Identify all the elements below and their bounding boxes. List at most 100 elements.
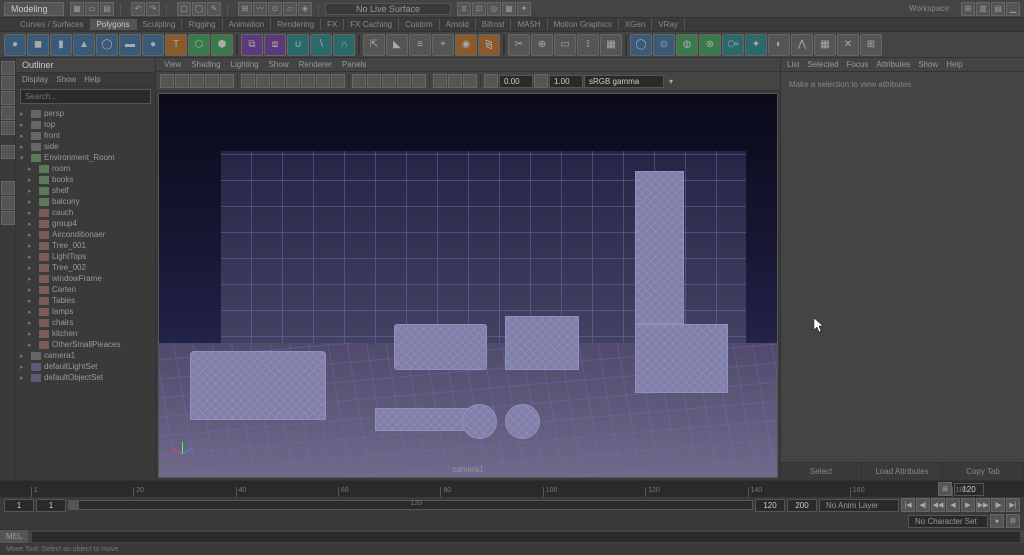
boolean-union-icon[interactable]: ∪ bbox=[287, 34, 309, 56]
poly-torus-icon[interactable]: ◯ bbox=[96, 34, 118, 56]
viewport[interactable]: camera1 bbox=[158, 93, 778, 478]
rewind-icon[interactable]: |◀ bbox=[901, 498, 915, 512]
outliner-item-shelf[interactable]: ▸shelf bbox=[18, 185, 153, 196]
open-scene-icon[interactable]: ▭ bbox=[85, 2, 99, 16]
poly-type-icon[interactable]: T bbox=[165, 34, 187, 56]
outliner-search[interactable] bbox=[20, 89, 151, 104]
circularize-icon[interactable]: ◯ bbox=[630, 34, 652, 56]
outliner-item-environment_room[interactable]: ▾Environment_Room bbox=[18, 152, 153, 163]
range-end-field[interactable] bbox=[755, 499, 785, 512]
outliner-item-tables[interactable]: ▸Tables bbox=[18, 295, 153, 306]
vp-exposure-icon[interactable] bbox=[484, 74, 498, 88]
ruler-menu-icon[interactable]: ⊞ bbox=[938, 482, 952, 496]
target-weld-icon[interactable]: ⊕ bbox=[531, 34, 553, 56]
go-end-icon[interactable]: ▶| bbox=[1006, 498, 1020, 512]
outliner-menu-help[interactable]: Help bbox=[84, 75, 100, 84]
poly-prism-icon[interactable]: ⬢ bbox=[211, 34, 233, 56]
layout-custom[interactable] bbox=[1, 211, 15, 225]
scale-tool[interactable] bbox=[1, 121, 15, 135]
step-back-icon[interactable]: ◀| bbox=[916, 498, 930, 512]
workspace-dropdown[interactable]: Modeling bbox=[4, 2, 64, 16]
last-tool[interactable] bbox=[1, 145, 15, 159]
vp-color-mgmt-dropdown[interactable]: sRGB gamma bbox=[584, 75, 664, 88]
layout-icon[interactable]: ⊞ bbox=[961, 2, 975, 16]
poly-plane-icon[interactable]: ▬ bbox=[119, 34, 141, 56]
vp-image-plane-icon[interactable] bbox=[190, 74, 204, 88]
undo-icon[interactable]: ↶ bbox=[131, 2, 145, 16]
outliner-item-lamps[interactable]: ▸lamps bbox=[18, 306, 153, 317]
outliner-item-lighttops[interactable]: ▸LightTops bbox=[18, 251, 153, 262]
misc-tool2-icon[interactable]: ⊞ bbox=[860, 34, 882, 56]
shelf-tab-curves-surfaces[interactable]: Curves / Surfaces bbox=[14, 19, 91, 30]
vp-use-lights-icon[interactable] bbox=[397, 74, 411, 88]
prev-key-icon[interactable]: ◀◀ bbox=[931, 498, 945, 512]
cmd-lang-label[interactable]: MEL bbox=[0, 530, 28, 543]
outliner-item-defaultlightset[interactable]: ▸defaultLightSet bbox=[18, 361, 153, 372]
live-surface-field[interactable]: No Live Surface bbox=[325, 3, 451, 15]
outliner-tree[interactable]: ▸persp▸top▸front▸side▾Environment_Room▸r… bbox=[16, 106, 155, 480]
merge-icon[interactable]: ⊗ bbox=[699, 34, 721, 56]
play-fwd-icon[interactable]: ▶ bbox=[961, 498, 975, 512]
panel2-icon[interactable]: ▤ bbox=[991, 2, 1005, 16]
outliner-item-othersmallpieaces[interactable]: ▸OtherSmallPieaces bbox=[18, 339, 153, 350]
attr-menu-focus[interactable]: Focus bbox=[847, 60, 869, 69]
move-tool[interactable] bbox=[1, 91, 15, 105]
misc-tool-icon[interactable]: ✕ bbox=[837, 34, 859, 56]
min-icon[interactable]: ▁ bbox=[1006, 2, 1020, 16]
shelf-tab-vray[interactable]: VRay bbox=[652, 19, 685, 30]
vp-gamma-icon[interactable] bbox=[534, 74, 548, 88]
outliner-item-balcony[interactable]: ▸balcony bbox=[18, 196, 153, 207]
vp-select-cam-icon[interactable] bbox=[160, 74, 174, 88]
attr-menu-attributes[interactable]: Attributes bbox=[876, 60, 910, 69]
shelf-tab-mash[interactable]: MASH bbox=[511, 19, 547, 30]
next-key-icon[interactable]: ▶▶ bbox=[976, 498, 990, 512]
range-handle[interactable] bbox=[69, 501, 79, 509]
shelf-tab-fx[interactable]: FX bbox=[321, 19, 344, 30]
vp-safe-title-icon[interactable] bbox=[331, 74, 345, 88]
vp-2d-pan-icon[interactable] bbox=[205, 74, 219, 88]
snap-grid-icon[interactable]: ⊞ bbox=[238, 2, 252, 16]
vp-safe-action-icon[interactable] bbox=[316, 74, 330, 88]
outliner-item-camera1[interactable]: ▸camera1 bbox=[18, 350, 153, 361]
attr-btn-load-attributes[interactable]: Load Attributes bbox=[862, 463, 943, 480]
layout-four[interactable] bbox=[1, 196, 15, 210]
snap-curve-icon[interactable]: 〰 bbox=[253, 2, 267, 16]
separate-icon[interactable]: ⧈ bbox=[264, 34, 286, 56]
vp-shadows-icon[interactable] bbox=[412, 74, 426, 88]
bevel-icon[interactable]: ◣ bbox=[386, 34, 408, 56]
outliner-item-kitchen[interactable]: ▸kitchen bbox=[18, 328, 153, 339]
crease-icon[interactable]: ⋀ bbox=[791, 34, 813, 56]
insert-edge-icon[interactable]: ▭ bbox=[554, 34, 576, 56]
shelf-tab-fx-caching[interactable]: FX Caching bbox=[344, 19, 399, 30]
vp-res-gate-icon[interactable] bbox=[271, 74, 285, 88]
new-scene-icon[interactable]: ▦ bbox=[70, 2, 84, 16]
svg-icon[interactable]: ⬡ bbox=[188, 34, 210, 56]
vp-menu-shading[interactable]: Shading bbox=[191, 60, 220, 69]
outliner-item-room[interactable]: ▸room bbox=[18, 163, 153, 174]
snap-point-icon[interactable]: ⊙ bbox=[268, 2, 282, 16]
time-ruler[interactable]: ⊞ 120406080100120140160180 bbox=[0, 481, 1024, 497]
vp-film-gate-icon[interactable] bbox=[256, 74, 270, 88]
shelf-tab-arnold[interactable]: Arnold bbox=[440, 19, 476, 30]
outliner-item-group4[interactable]: ▸group4 bbox=[18, 218, 153, 229]
shelf-tab-animation[interactable]: Animation bbox=[223, 19, 272, 30]
character-set-dropdown[interactable]: No Character Set bbox=[908, 515, 988, 528]
vp-smooth-shade-icon[interactable] bbox=[367, 74, 381, 88]
poly-cone-icon[interactable]: ▲ bbox=[73, 34, 95, 56]
quad-draw-icon[interactable]: ▦ bbox=[600, 34, 622, 56]
poly-cube-icon[interactable]: ◼ bbox=[27, 34, 49, 56]
end-frame-field[interactable] bbox=[787, 499, 817, 512]
cmd-input[interactable] bbox=[32, 532, 1020, 542]
paint-tool-icon[interactable]: ✎ bbox=[207, 2, 221, 16]
lasso-tool[interactable] bbox=[1, 76, 15, 90]
multicut-icon[interactable]: ✂ bbox=[508, 34, 530, 56]
lasso-tool-icon[interactable]: ◯ bbox=[192, 2, 206, 16]
connect-icon[interactable]: ⟟ bbox=[577, 34, 599, 56]
mirror-icon[interactable]: ⧎ bbox=[478, 34, 500, 56]
snap-plane-icon[interactable]: ▱ bbox=[283, 2, 297, 16]
start-frame-field[interactable] bbox=[4, 499, 34, 512]
redo-icon[interactable]: ↷ bbox=[146, 2, 160, 16]
detach-icon[interactable]: ⧃ bbox=[722, 34, 744, 56]
step-fwd-icon[interactable]: |▶ bbox=[991, 498, 1005, 512]
outliner-menu-show[interactable]: Show bbox=[56, 75, 76, 84]
